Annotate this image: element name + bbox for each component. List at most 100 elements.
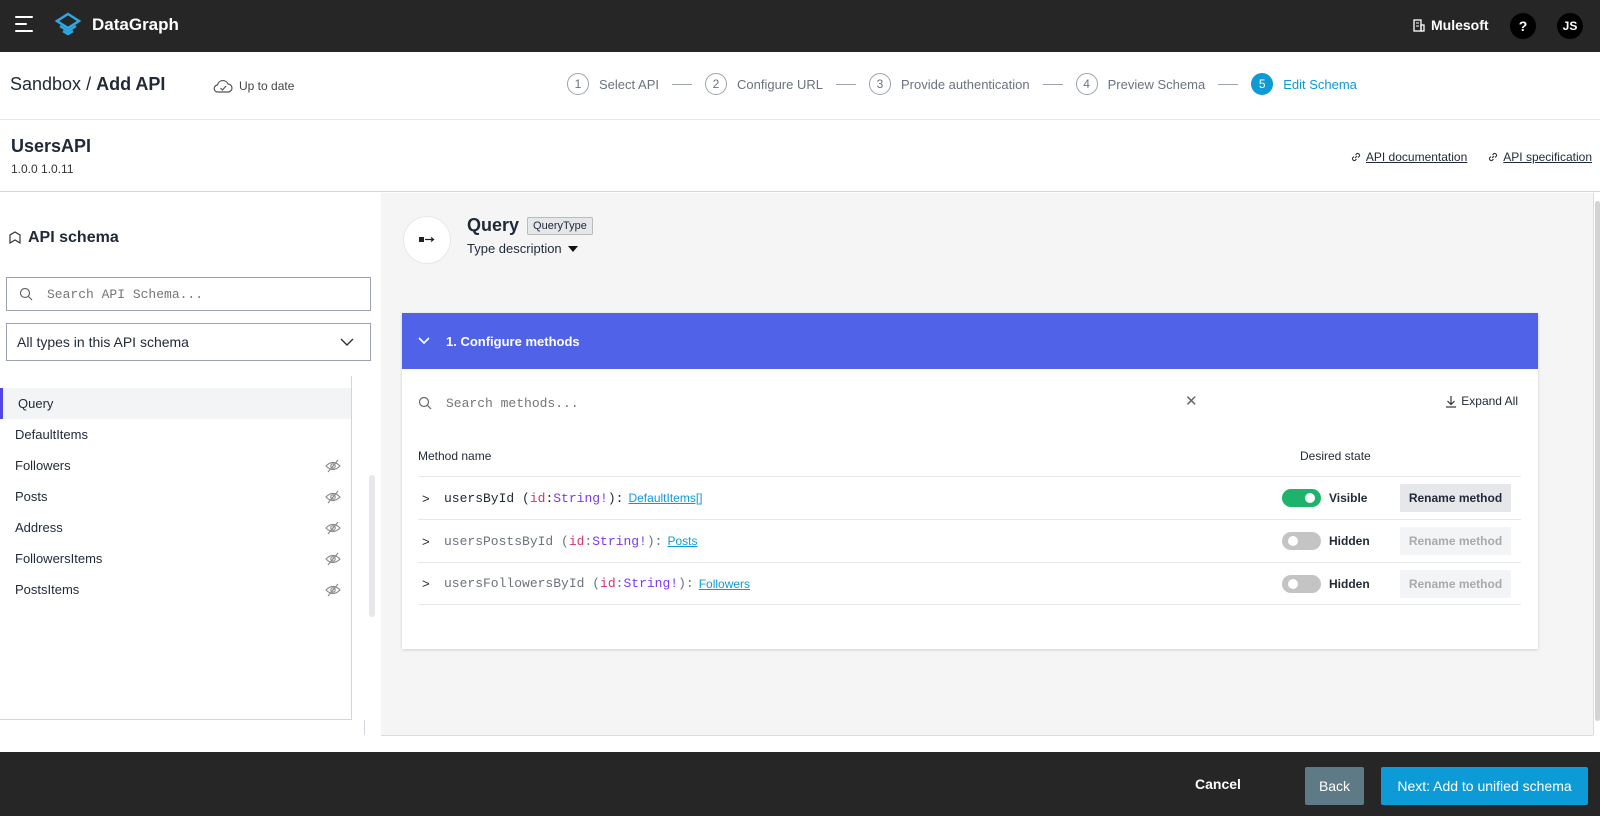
chevron-right-icon[interactable]: > (418, 534, 444, 549)
configure-methods-title: 1. Configure methods (446, 333, 580, 349)
return-type-link[interactable]: Followers (699, 577, 750, 591)
type-item-postsitems[interactable]: PostsItems (0, 574, 351, 605)
visibility-toggle[interactable] (1282, 489, 1321, 507)
cloud-check-icon (213, 79, 233, 93)
cancel-button[interactable]: Cancel (1195, 767, 1241, 801)
sync-status-text: Up to date (239, 79, 295, 93)
step-label: Preview Schema (1107, 76, 1206, 92)
eye-off-icon (325, 552, 341, 565)
api-version: 1.0.0 1.0.11 (11, 162, 74, 176)
step-separator (671, 83, 692, 85)
back-button[interactable]: Back (1305, 767, 1364, 805)
wizard-footer: Cancel Back Next: Add to unified schema (0, 752, 1600, 816)
methods-search: ✕ Expand All (418, 391, 1518, 415)
breadcrumb-env[interactable]: Sandbox (10, 74, 81, 94)
step-number: 4 (1075, 73, 1098, 95)
rename-method-button[interactable]: Rename method (1400, 484, 1511, 512)
schema-sidebar: API schema All types in this API schema … (0, 193, 381, 735)
type-item-posts[interactable]: Posts (0, 481, 351, 512)
type-item-defaultitems[interactable]: DefaultItems (0, 419, 351, 450)
step-preview-schema[interactable]: 4 Preview Schema (1075, 73, 1206, 95)
method-name: usersById (444, 490, 515, 506)
step-label: Configure URL (736, 76, 823, 92)
type-item-label: Posts (15, 489, 48, 504)
arg-name: id (600, 576, 616, 591)
arg-name: id (568, 533, 585, 549)
arg-type: String! (592, 533, 647, 549)
method-row-usersfollowersbyid: > usersFollowersById (id: String!): Follo… (418, 562, 1521, 605)
menu-icon[interactable] (15, 16, 35, 34)
expand-all-button[interactable]: Expand All (1445, 394, 1518, 408)
step-separator (1042, 83, 1063, 85)
breadcrumb-separator: / (81, 74, 97, 94)
state-label: Visible (1329, 491, 1368, 505)
type-heading: Query QueryType (467, 215, 593, 236)
query-type-icon (403, 216, 451, 264)
scrollbar-thumb[interactable] (1595, 201, 1600, 721)
step-number: 2 (704, 73, 727, 95)
column-header-method-name: Method name (418, 449, 492, 463)
method-signature: usersById (id: String!): (444, 490, 624, 506)
type-description-label: Type description (467, 241, 562, 256)
state-label: Hidden (1329, 577, 1370, 591)
api-specification-link[interactable]: API specification (1487, 150, 1592, 164)
rename-method-button[interactable]: Rename method (1400, 570, 1511, 598)
step-edit-schema[interactable]: 5 Edit Schema (1251, 73, 1357, 95)
return-type-link[interactable]: DefaultItems[] (628, 491, 702, 505)
chevron-down-icon (340, 338, 354, 346)
schema-title-text: API schema (28, 229, 119, 246)
type-name: Query (467, 215, 520, 235)
methods-search-input[interactable] (446, 395, 1146, 411)
eye-off-icon (325, 490, 341, 503)
caret-down-icon (567, 245, 578, 252)
type-item-followersitems[interactable]: FollowersItems (0, 543, 351, 574)
type-item-address[interactable]: Address (0, 512, 351, 543)
method-row-userspostsbyid: > usersPostsById (id: String!): Posts Hid… (418, 519, 1521, 562)
type-item-label: FollowersItems (15, 551, 103, 566)
type-item-followers[interactable]: Followers (0, 450, 351, 481)
schema-search-input[interactable] (47, 286, 347, 302)
building-icon (1413, 18, 1425, 32)
wizard-header: Sandbox / Add API Up to date 1 Select API… (0, 52, 1600, 120)
chevron-right-icon[interactable]: > (418, 491, 444, 506)
type-description-toggle[interactable]: Type description (467, 241, 578, 256)
datagraph-logo-icon (55, 12, 81, 36)
main-scrollbar[interactable] (1593, 193, 1600, 735)
expand-all-label: Expand All (1461, 394, 1518, 408)
type-item-query[interactable]: Query (0, 388, 351, 419)
eye-off-icon (325, 583, 341, 596)
step-provide-authentication[interactable]: 3 Provide authentication (868, 73, 1030, 95)
step-separator (1218, 83, 1239, 85)
rename-method-button[interactable]: Rename method (1400, 527, 1511, 555)
type-list-scrollbar[interactable] (369, 475, 375, 617)
step-configure-url[interactable]: 2 Configure URL (704, 73, 823, 95)
api-name: UsersAPI (11, 136, 92, 156)
step-label: Provide authentication (900, 76, 1030, 92)
download-icon (1446, 395, 1457, 408)
type-filter-select[interactable]: All types in this API schema (6, 323, 371, 361)
eye-off-icon (325, 459, 341, 472)
eye-off-icon (325, 521, 341, 534)
api-documentation-link[interactable]: API documentation (1350, 150, 1467, 164)
chevron-down-icon (418, 337, 430, 345)
next-button[interactable]: Next: Add to unified schema (1381, 767, 1588, 805)
arg-type: String! (553, 490, 608, 506)
visibility-toggle[interactable] (1282, 532, 1321, 550)
clear-search-icon[interactable]: ✕ (1185, 392, 1198, 410)
step-select-api[interactable]: 1 Select API (567, 73, 659, 95)
visibility-toggle[interactable] (1282, 575, 1321, 593)
wizard-stepper: 1 Select API 2 Configure URL 3 Provide auth… (567, 73, 1357, 95)
arg-name: id (529, 490, 546, 506)
return-type-link[interactable]: Posts (667, 534, 697, 548)
schema-title: API schema (8, 229, 119, 247)
search-icon (418, 396, 432, 410)
user-avatar[interactable]: JS (1557, 13, 1583, 39)
help-button[interactable]: ? (1510, 13, 1536, 39)
chevron-right-icon[interactable]: > (418, 576, 444, 591)
org-switcher[interactable]: Mulesoft (1412, 17, 1489, 33)
method-name: usersFollowersById (444, 576, 585, 591)
type-editor: Query QueryType Type description 1. Conf… (381, 193, 1593, 735)
configure-methods-header[interactable]: 1. Configure methods (402, 313, 1538, 369)
type-item-label: Query (18, 396, 54, 411)
arg-type: String! (623, 576, 679, 591)
